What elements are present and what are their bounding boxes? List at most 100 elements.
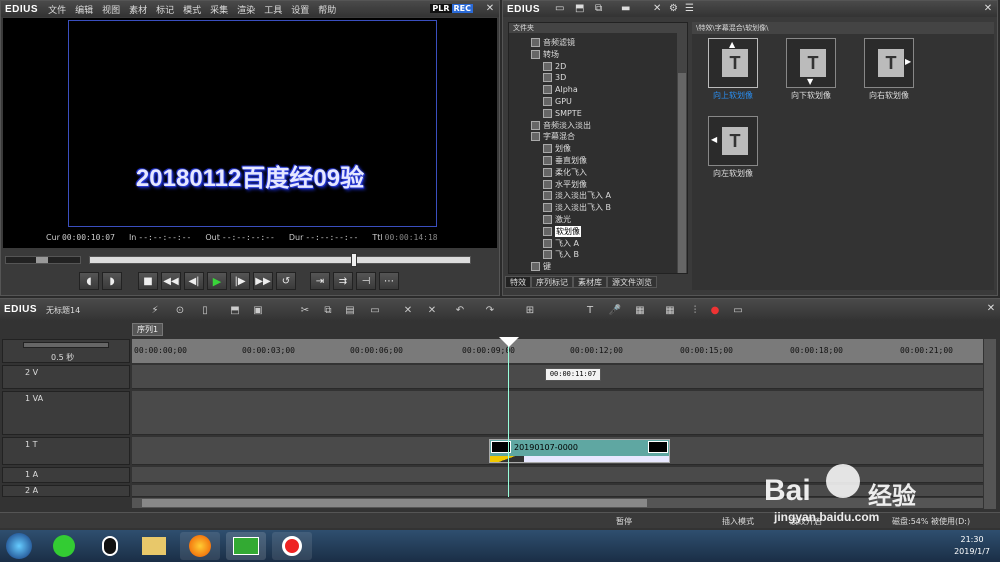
properties-icon[interactable]: ⚙ [669,3,678,14]
play-button[interactable]: ▶ [207,272,227,290]
transition-marker[interactable] [490,456,524,462]
player-close-icon[interactable]: ✕ [483,3,497,15]
effect-thumb-soft-wipe-left[interactable]: T ◀ [708,116,758,166]
cut-icon[interactable]: ✂ [295,302,315,318]
menu-edit[interactable]: 编辑 [75,3,93,16]
view-icon[interactable]: ⧉ [595,3,602,14]
title-clip[interactable]: 20190107-0000 [489,439,670,463]
shuttle-handle[interactable] [36,257,48,263]
tab-sequence-markers[interactable]: 序列标记 [531,276,573,288]
loop-button[interactable]: ↺ [276,272,296,290]
menu-capture[interactable]: 采集 [210,3,228,16]
tree-item[interactable]: 3D [543,72,566,83]
tree-item[interactable]: 转场 [531,49,559,60]
timeline-ruler[interactable]: 00:00:00;00 00:00:03;00 00:00:06;00 00:0… [132,339,983,363]
position-bar[interactable] [89,256,471,264]
record-icon[interactable]: ● [705,302,725,318]
tab-source-browser[interactable]: 源文件浏览 [607,276,657,288]
tree-item[interactable]: 柔化飞入 [543,167,587,178]
export-icon[interactable]: ▭ [728,302,748,318]
set-in-button[interactable]: ◖ [79,272,99,290]
taskbar-app-360[interactable] [44,532,84,560]
taskbar-app-recorder[interactable] [272,532,312,560]
timeline-playhead[interactable] [508,339,509,497]
title-icon[interactable]: T [580,302,600,318]
tree-scrollbar[interactable] [677,33,687,273]
replace-icon[interactable]: ▭ [365,302,385,318]
split-icon[interactable]: ⊞ [520,302,540,318]
tree-item[interactable]: SMPTE [543,108,582,119]
tree-item[interactable]: 音频滤镜 [531,37,575,48]
plr-rec-toggle[interactable]: PLR REC [430,4,473,13]
set-out-button[interactable]: ◗ [102,272,122,290]
menu-clip[interactable]: 素材 [129,3,147,16]
rewind-button[interactable]: ◀◀ [161,272,181,290]
track-header-1a[interactable]: 1 A [2,467,130,483]
delete-clip-icon[interactable]: ✕ [398,302,418,318]
tree-item[interactable]: 划像 [543,143,571,154]
copy-icon[interactable]: ⧉ [318,302,338,318]
delete-icon[interactable]: ✕ [653,3,661,14]
insert-button[interactable]: ⇥ [310,272,330,290]
tree-item[interactable]: 飞入 B [543,249,579,260]
mic-icon[interactable]: 🎤 [605,302,625,318]
plr-button[interactable]: PLR [430,4,452,13]
shuttle-slider[interactable] [5,256,81,264]
tree-item[interactable]: 激光 [543,214,571,225]
taskbar-app-firefox[interactable] [180,532,220,560]
menu-help[interactable]: 帮助 [318,3,336,16]
system-clock[interactable]: 21:30 2019/1/7 [954,534,990,558]
menu-marker[interactable]: 标记 [156,3,174,16]
tree-item[interactable]: 垂直划像 [543,155,587,166]
tree-item[interactable]: 飞入 A [543,238,579,249]
tree-item[interactable]: 2D [543,61,566,72]
menu-tools[interactable]: 工具 [264,3,282,16]
effect-thumb-soft-wipe-right[interactable]: T ▶ [864,38,914,88]
start-button[interactable] [6,533,32,559]
capture-icon[interactable]: ⊙ [170,302,190,318]
menu-mode[interactable]: 模式 [183,3,201,16]
tree-item[interactable]: 淡入淡出飞入 A [543,190,611,201]
track-header-1va[interactable]: 1 VA [2,391,130,435]
tree-item[interactable]: 水平划像 [543,179,587,190]
rec-button[interactable]: REC [451,4,473,13]
save-icon[interactable]: ▣ [248,302,268,318]
track-header-2a[interactable]: 2 A [2,485,130,497]
tree-item[interactable]: 字幕混合 [531,131,575,142]
more-button[interactable]: ⋯ [379,272,399,290]
render-icon[interactable]: ▦ [630,302,650,318]
tree-scroll-thumb[interactable] [678,73,686,273]
playhead-marker[interactable] [351,253,357,267]
menu-settings[interactable]: 设置 [291,3,309,16]
open-icon[interactable]: ⬒ [225,302,245,318]
status-insert-mode[interactable]: 插入模式 [722,516,754,527]
timeline-close-icon[interactable]: ✕ [984,303,998,315]
redo-icon[interactable]: ↷ [480,302,500,318]
list-icon[interactable]: ☰ [685,3,694,14]
table-icon[interactable]: ▦ [660,302,680,318]
playhead-handle-icon[interactable] [499,337,519,347]
sequence-tab[interactable]: 序列1 [132,323,164,336]
track-header-1t[interactable]: 1 T [2,437,130,465]
fast-forward-button[interactable]: ▶▶ [253,272,273,290]
menu-view[interactable]: 视图 [102,3,120,16]
tree-item[interactable]: Alpha [543,84,578,95]
effects-close-icon[interactable]: ✕ [981,3,995,15]
step-forward-button[interactable]: |▶ [230,272,250,290]
tab-effects[interactable]: 特效 [505,276,531,288]
taskbar-app-edius[interactable] [226,532,266,560]
track-header-2v[interactable]: 2 V [2,365,130,389]
folder-icon[interactable]: ▭ [555,3,564,14]
undo-icon[interactable]: ↶ [450,302,470,318]
paste-icon[interactable]: ▤ [340,302,360,318]
tree-item[interactable]: 软划像 [543,225,581,237]
zoom-slider[interactable] [23,342,109,348]
tree-item[interactable]: 淡入淡出飞入 B [543,202,611,213]
overwrite-button[interactable]: ⇉ [333,272,353,290]
effect-thumb-soft-wipe-down[interactable]: T ▼ [786,38,836,88]
new-project-icon[interactable]: ⚡ [145,302,165,318]
tree-item[interactable]: 音频淡入淡出 [531,120,591,131]
tab-asset-library[interactable]: 素材库 [573,276,607,288]
effect-thumb-soft-wipe-up[interactable]: T ▲ [708,38,758,88]
step-back-button[interactable]: ◀| [184,272,204,290]
